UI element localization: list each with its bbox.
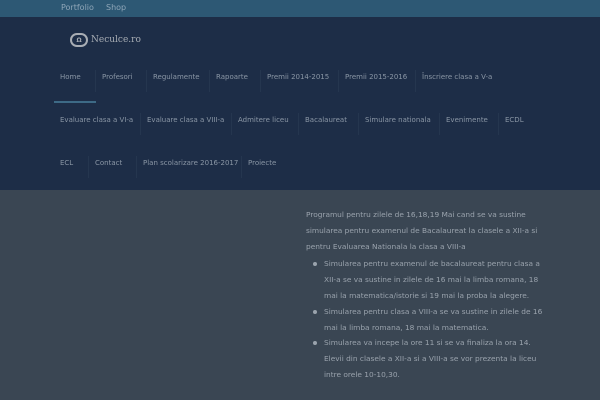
nav-separator [415, 70, 416, 92]
logo-badge-icon: Ω [70, 33, 88, 47]
top-bar: Portfolio Shop [0, 0, 600, 17]
nav-separator [298, 113, 299, 135]
nav-item-admitere-liceu[interactable]: Admitere liceu [238, 116, 289, 125]
list-item: Simularea va incepe la ore 11 si se va f… [313, 335, 551, 382]
nav-item-rapoarte[interactable]: Rapoarte [216, 73, 248, 82]
nav-item-proiecte[interactable]: Proiecte [248, 159, 276, 168]
topbar-link-shop[interactable]: Shop [106, 3, 126, 12]
nav-item-inscriere-clasa-v[interactable]: Înscriere clasa a V-a [422, 73, 492, 82]
nav-item-simulare-nationala[interactable]: Simulare nationala [365, 116, 431, 125]
nav-separator [358, 113, 359, 135]
nav-item-evenimente[interactable]: Evenimente [446, 116, 488, 125]
nav-separator [140, 113, 141, 135]
nav-item-ecl[interactable]: ECL [60, 159, 73, 168]
site-logo[interactable]: Ω Neculce.ro [70, 32, 141, 48]
content-left-column [0, 190, 295, 400]
nav-item-plan-scolarizare[interactable]: Plan scolarizare 2016-2017 [143, 159, 238, 168]
nav-active-indicator [54, 101, 96, 103]
nav-separator [209, 70, 210, 92]
nav-item-home[interactable]: Home [60, 73, 81, 82]
nav-item-evaluare-vi[interactable]: Evaluare clasa a VI-a [60, 116, 133, 125]
nav-separator [136, 156, 137, 178]
nav-item-ecdl[interactable]: ECDL [505, 116, 524, 125]
list-item: Simularea pentru clasa a VIII-a se va su… [313, 304, 551, 336]
nav-item-profesori[interactable]: Profesori [102, 73, 133, 82]
article-intro: Programul pentru zilele de 16,18,19 Mai … [306, 210, 538, 251]
nav-separator [439, 113, 440, 135]
nav-separator [88, 156, 89, 178]
nav-separator [231, 113, 232, 135]
nav-item-premii-2015-2016[interactable]: Premii 2015-2016 [345, 73, 407, 82]
article-bullet-list: Simularea pentru examenul de bacalaureat… [306, 256, 551, 382]
nav-separator [338, 70, 339, 92]
nav-separator [95, 70, 96, 92]
nav-item-premii-2014-2015[interactable]: Premii 2014-2015 [267, 73, 329, 82]
nav-item-bacalaureat[interactable]: Bacalaureat [305, 116, 347, 125]
nav-separator [146, 70, 147, 92]
article-text: Programul pentru zilele de 16,18,19 Mai … [306, 207, 551, 383]
nav-item-evaluare-viii[interactable]: Evaluare clasa a VIII-a [147, 116, 224, 125]
nav-item-contact[interactable]: Contact [95, 159, 122, 168]
nav-item-regulamente[interactable]: Regulamente [153, 73, 200, 82]
list-item: Simularea pentru examenul de bacalaureat… [313, 256, 551, 303]
nav-separator [260, 70, 261, 92]
nav-separator [241, 156, 242, 178]
nav-separator [498, 113, 499, 135]
topbar-link-portfolio[interactable]: Portfolio [61, 3, 94, 12]
logo-text: Neculce.ro [91, 35, 141, 45]
